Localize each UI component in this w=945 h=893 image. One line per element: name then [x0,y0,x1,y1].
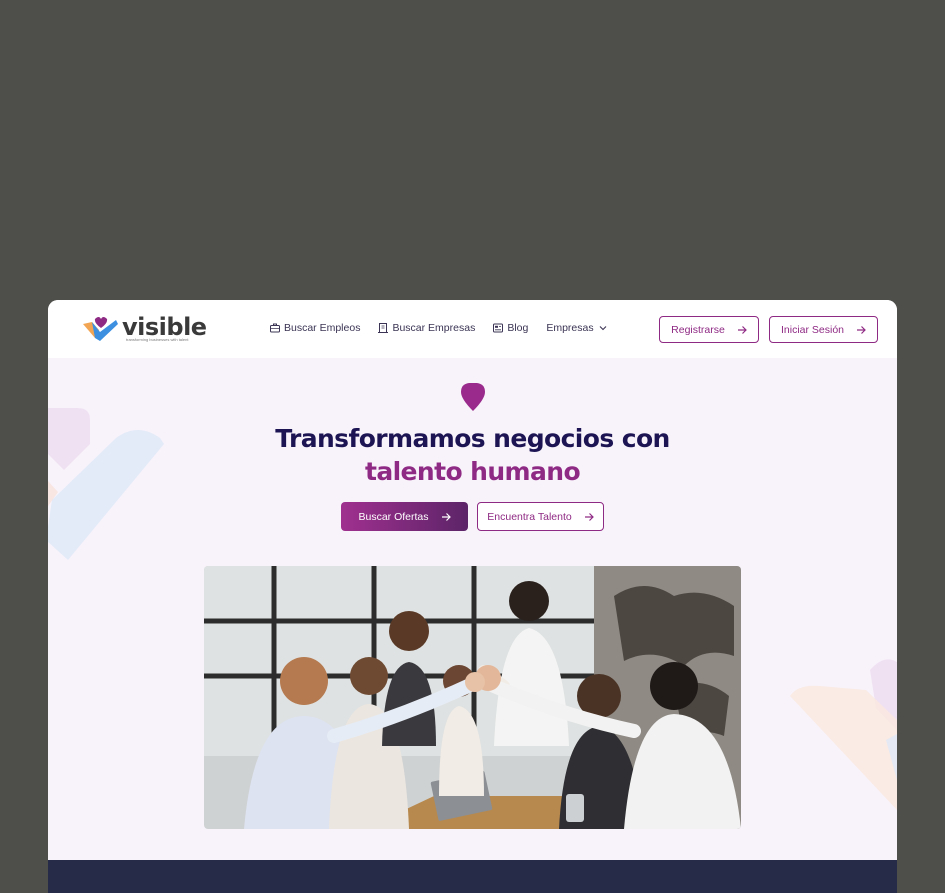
search-offers-label: Buscar Ofertas [358,510,429,523]
register-button-label: Registrarse [671,323,725,336]
team-high-five-photo [204,566,741,829]
main-nav: Buscar Empleos Buscar Empresas Blog Empr… [270,322,625,334]
search-offers-button[interactable]: Buscar Ofertas [341,502,468,531]
login-button[interactable]: Iniciar Sesión [769,316,878,343]
nav-label-buscar-empleos: Buscar Empleos [284,322,361,334]
top-navbar: visible transforming businesses with tal… [48,300,897,358]
visible-logo[interactable]: visible transforming businesses with tal… [82,313,207,346]
heart-check-logo-icon [83,317,118,341]
login-button-label: Iniciar Sesión [780,323,845,336]
nav-item-blog[interactable]: Blog [493,322,528,334]
briefcase-icon [270,323,280,333]
hero-title-accent: talento humano [364,457,581,486]
building-icon [378,323,389,333]
nav-item-empresas-dropdown[interactable]: Empresas [546,322,606,334]
newspaper-icon [493,323,504,333]
landing-page: visible transforming businesses with tal… [48,300,897,893]
nav-label-buscar-empresas: Buscar Empresas [392,322,476,334]
find-talent-button[interactable]: Encuentra Talento [477,502,604,531]
arrow-right-icon [441,512,451,521]
hero-title-line1: Transformamos negocios con [275,424,670,453]
arrow-right-icon [857,325,866,334]
find-talent-label: Encuentra Talento [487,510,572,523]
nav-item-buscar-empleos[interactable]: Buscar Empleos [270,322,360,334]
hero-title: Transformamos negocios con talento human… [48,422,897,488]
arrow-right-icon [584,512,594,521]
decorative-shape-right [790,659,897,810]
nav-item-buscar-empresas[interactable]: Buscar Empresas [378,322,475,334]
logo-tagline: transforming businesses with talent [126,337,189,342]
nav-label-empresas: Empresas [546,322,594,334]
brand-drop-icon [461,383,485,411]
chevron-down-icon [599,326,606,331]
arrow-right-icon [737,325,747,334]
register-button[interactable]: Registrarse [659,316,759,343]
nav-label-blog: Blog [507,322,529,334]
next-section-band [48,860,897,893]
